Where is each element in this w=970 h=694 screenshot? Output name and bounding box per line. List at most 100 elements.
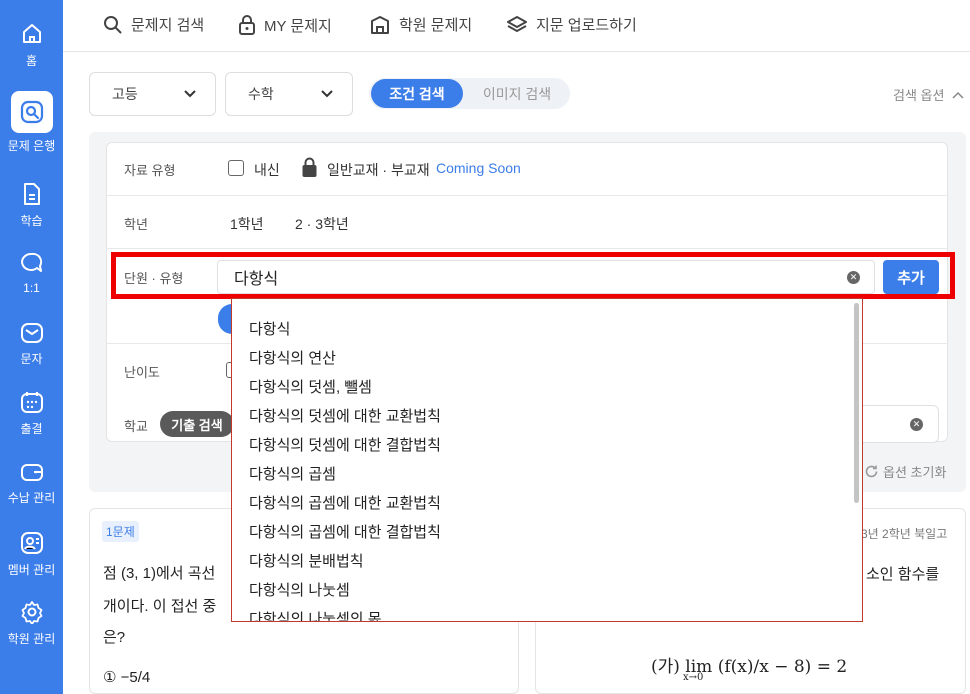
question-1-text: 은?: [103, 629, 126, 646]
sidebar-item-question-bank[interactable]: 문제 은행: [0, 91, 63, 154]
question-number-badge: 1문제: [102, 521, 139, 542]
difficulty-label: 난이도: [124, 365, 160, 380]
chat-bubble-icon: [20, 252, 42, 272]
sidebar-item-label: 출결: [20, 422, 43, 436]
lock-icon: [302, 157, 317, 177]
wallet-icon: [20, 464, 43, 481]
unit-search-value: 다항식: [234, 271, 279, 288]
divider: [106, 195, 948, 196]
question-1-text: 점 (3, 1)에서 곡선: [103, 565, 216, 582]
unit-type-label: 단원 · 유형: [124, 271, 184, 286]
home-icon: [22, 24, 41, 43]
chevron-down-icon: [321, 90, 333, 98]
autocomplete-option[interactable]: 다항식의 곱셈에 대한 결합법칙: [249, 521, 441, 542]
divider: [106, 248, 948, 249]
search-mode-toggle: 조건 검색 이미지 검색: [369, 78, 570, 109]
mail-icon: [20, 323, 43, 343]
level-dropdown[interactable]: 고등: [89, 72, 216, 116]
lock-icon: [239, 15, 255, 35]
autocomplete-option[interactable]: 다항식의 곱셈에 대한 교환법칙: [249, 492, 441, 513]
general-book-label: 일반교재 · 부교재: [327, 162, 430, 178]
grade-option-2-3[interactable]: 2 · 3학년: [295, 214, 349, 234]
formula-subscript: x→0: [683, 672, 704, 683]
reset-options-label: 옵션 초기화: [883, 465, 947, 480]
topnav-label: 학원 문제지: [399, 17, 473, 34]
search-options-toggle[interactable]: 검색 옵션: [893, 85, 964, 104]
level-dropdown-value: 고등: [112, 86, 138, 102]
autocomplete-option[interactable]: 다항식의 분배법칙: [249, 550, 364, 571]
coming-soon-label: Coming Soon: [436, 160, 521, 176]
sidebar-item-academy[interactable]: 학원 관리: [0, 600, 63, 647]
active-indicator: [10, 91, 53, 133]
question-2-formula: (가) lim (f(x)/x − 8) = 2: [651, 657, 848, 677]
question-2-text: 소인 함수를: [866, 566, 940, 583]
sidebar-item-sms[interactable]: 문자: [0, 322, 63, 367]
calendar-icon: [20, 392, 43, 413]
question-2-meta: 3년 2학년 북일고: [861, 527, 948, 541]
sidebar-item-label: 홈: [25, 54, 38, 68]
topnav-item-academy-worksheet[interactable]: 학원 문제지: [369, 14, 472, 35]
sidebar-item-attendance[interactable]: 출결: [0, 390, 63, 437]
sidebar-item-label: 문자: [20, 352, 43, 366]
sidebar-item-label: 수납 관리: [7, 491, 56, 505]
past-exam-tag[interactable]: 기출 검색: [160, 411, 234, 437]
question-1-choice: ① −5/4: [103, 669, 151, 686]
question-bank-icon: [20, 100, 43, 124]
grade-option-1[interactable]: 1학년: [230, 214, 264, 234]
condition-search-tab[interactable]: 조건 검색: [371, 79, 463, 108]
folder-icon: [371, 15, 389, 34]
search-icon: [104, 15, 122, 33]
refresh-icon: [865, 465, 878, 478]
grade-label: 학년: [124, 217, 148, 232]
autocomplete-option[interactable]: 다항식의 나눗셈의 몫: [249, 608, 382, 621]
reset-options-button[interactable]: 옵션 초기화: [864, 462, 946, 481]
topnav-label: MY 문제지: [264, 17, 332, 35]
image-search-tab[interactable]: 이미지 검색: [467, 79, 567, 108]
autocomplete-scrollbar[interactable]: [854, 303, 859, 503]
gear-icon: [21, 601, 42, 624]
school-label: 학교: [124, 419, 148, 434]
sidebar-item-label: 멤버 관리: [7, 563, 56, 577]
autocomplete-option[interactable]: 다항식의 덧셈, 뺄셈: [249, 376, 372, 397]
top-nav-bar: 문제지 검색 MY 문제지 학원 문제지 지문 업로드하기: [63, 0, 970, 52]
sidebar-item-label: 학원 관리: [7, 632, 56, 646]
topnav-label: 문제지 검색: [131, 17, 205, 34]
chevron-down-icon: [184, 90, 196, 98]
search-options-label: 검색 옵션: [893, 88, 945, 103]
topnav-item-my-worksheet[interactable]: MY 문제지: [238, 14, 332, 36]
sidebar-item-members[interactable]: 멤버 관리: [0, 531, 63, 578]
autocomplete-dropdown: 다항식 다항식의 연산 다항식의 덧셈, 뺄셈 다항식의 덧셈에 대한 교환법칙…: [231, 298, 863, 622]
topnav-label: 지문 업로드하기: [536, 17, 637, 34]
clear-school-icon[interactable]: ✕: [910, 418, 923, 431]
topnav-item-passage-upload[interactable]: 지문 업로드하기: [506, 14, 637, 35]
add-button[interactable]: 추가: [883, 260, 939, 294]
naesin-label: 내신: [254, 162, 280, 178]
school-search-input[interactable]: [858, 405, 939, 443]
sidebar-item-home[interactable]: 홈: [0, 22, 63, 69]
subject-dropdown[interactable]: 수학: [225, 72, 353, 116]
document-icon: [23, 183, 40, 205]
sidebar-item-label: 문제 은행: [7, 139, 56, 153]
sidebar-item-1on1[interactable]: 1:1: [0, 251, 63, 295]
unit-search-input[interactable]: 다항식: [217, 260, 875, 294]
naesin-checkbox[interactable]: [228, 160, 244, 176]
autocomplete-option[interactable]: 다항식의 덧셈에 대한 교환법칙: [249, 405, 441, 426]
autocomplete-option[interactable]: 다항식: [249, 318, 290, 339]
sidebar-item-label: 학습: [20, 214, 43, 228]
member-card-icon: [20, 532, 43, 554]
question-1-text: 개이다. 이 접선 중: [103, 598, 217, 615]
topnav-item-worksheet-search[interactable]: 문제지 검색: [103, 14, 204, 35]
sidebar-item-learning[interactable]: 학습: [0, 182, 63, 229]
subject-dropdown-value: 수학: [248, 86, 274, 102]
clear-input-icon[interactable]: ✕: [847, 271, 860, 284]
autocomplete-option[interactable]: 다항식의 연산: [249, 347, 336, 368]
layers-icon: [507, 15, 527, 32]
material-type-label: 자료 유형: [124, 163, 176, 178]
autocomplete-option[interactable]: 다항식의 덧셈에 대한 결합법칙: [249, 434, 441, 455]
chevron-up-icon: [952, 91, 964, 99]
sidebar-item-payment[interactable]: 수납 관리: [0, 461, 63, 506]
sidebar: 홈 문제 은행 학습 1:1 문자 출결 수납 관리 멤버 관리 학원 관리: [0, 0, 63, 694]
sidebar-item-label: 1:1: [23, 281, 40, 295]
autocomplete-option[interactable]: 다항식의 나눗셈: [249, 579, 350, 600]
autocomplete-option[interactable]: 다항식의 곱셈: [249, 463, 336, 484]
